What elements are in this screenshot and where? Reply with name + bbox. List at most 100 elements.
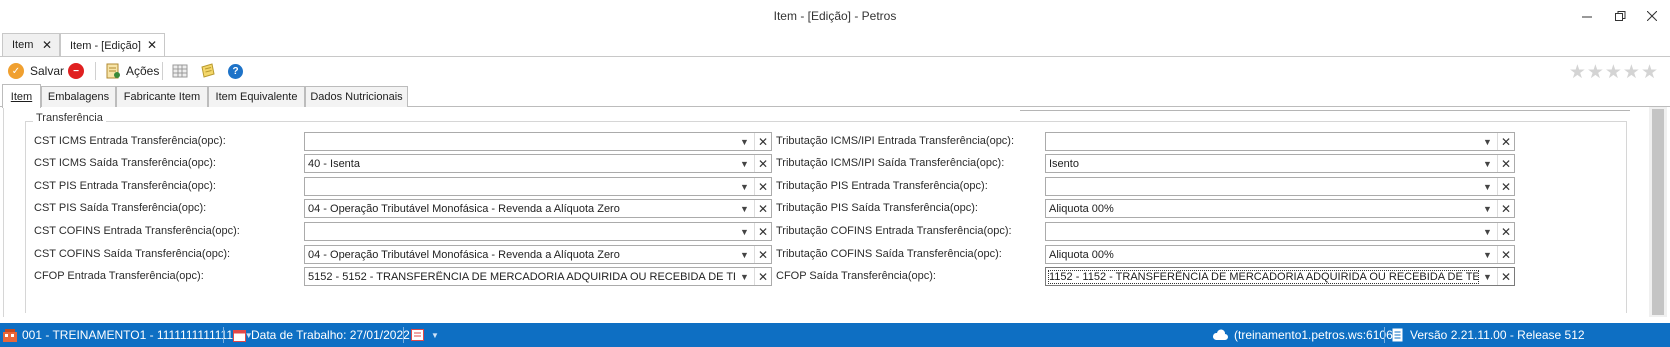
clear-icon[interactable]: ✕ — [1497, 223, 1514, 240]
close-icon — [1647, 11, 1657, 21]
cst-pis-entrada-combo[interactable]: ▼ ✕ — [304, 177, 772, 196]
combo-value: 5152 - 5152 - TRANSFERÊNCIA DE MERCADORI… — [308, 271, 735, 283]
close-tab-icon[interactable]: ✕ — [147, 38, 157, 52]
tributacao-pis-entrada-combo[interactable]: ▼ ✕ — [1045, 177, 1515, 196]
chevron-down-icon[interactable]: ▼ — [1479, 178, 1496, 195]
company-selector[interactable]: 001 - TREINAMENTO1 - 11111111111111 ▼ — [3, 327, 253, 343]
grid-report-button[interactable] — [172, 61, 188, 81]
tab-embalagens[interactable]: Embalagens — [41, 86, 116, 107]
scrollbar-thumb[interactable] — [1652, 109, 1664, 315]
chevron-down-icon[interactable]: ▼ — [736, 178, 753, 195]
clear-icon[interactable]: ✕ — [754, 155, 771, 172]
field-label: Tributação ICMS/IPI Entrada Transferênci… — [776, 135, 1015, 147]
cst-icms-entrada-combo[interactable]: ▼ ✕ — [304, 132, 772, 151]
field-label: CST PIS Saída Transferência(opc): — [34, 202, 207, 214]
doc-tab-label: Item - [Edição] — [70, 39, 141, 52]
field-label: Tributação COFINS Saída Transferência(op… — [776, 248, 1002, 260]
clear-icon[interactable]: ✕ — [1497, 178, 1514, 195]
chevron-down-icon[interactable]: ▼ — [736, 223, 753, 240]
doc-tab-item[interactable]: Item ✕ — [2, 33, 60, 56]
clear-icon[interactable]: ✕ — [754, 178, 771, 195]
toolbar: ✓ Salvar − Ações ? ★★★★★ — [0, 56, 1670, 83]
version-info: Versão 2.21.11.00 - Release 512 — [1392, 327, 1585, 343]
notes-button[interactable] — [200, 61, 216, 81]
chevron-down-icon[interactable]: ▼ — [736, 246, 753, 263]
tributacao-pis-saida-combo[interactable]: Aliquota 00% ▼ ✕ — [1045, 199, 1515, 218]
tributacao-icms-saida-combo[interactable]: Isento ▼ ✕ — [1045, 154, 1515, 173]
tributacao-cofins-saida-combo[interactable]: Aliquota 00% ▼ ✕ — [1045, 245, 1515, 264]
status-divider — [223, 327, 224, 343]
clear-icon[interactable]: ✕ — [754, 246, 771, 263]
save-button[interactable]: ✓ Salvar — [8, 61, 64, 81]
cloud-icon — [1212, 329, 1228, 340]
tributacao-icms-entrada-combo[interactable]: ▼ ✕ — [1045, 132, 1515, 151]
help-icon: ? — [228, 63, 243, 79]
minimize-button[interactable] — [1572, 6, 1602, 26]
combo-value: Isento — [1049, 158, 1079, 170]
restore-button[interactable] — [1605, 6, 1635, 26]
cfop-saida-combo[interactable]: 1152 - 1152 - TRANSFERÊNCIA DE MERCADORI… — [1045, 267, 1515, 286]
status-divider — [403, 327, 404, 343]
tools-menu[interactable]: ▼ — [411, 327, 439, 343]
window-title: Item - [Edição] - Petros — [773, 9, 897, 23]
chevron-down-icon[interactable]: ▼ — [736, 155, 753, 172]
tributacao-cofins-entrada-combo[interactable]: ▼ ✕ — [1045, 222, 1515, 241]
company-label: 001 - TREINAMENTO1 - 11111111111111 — [22, 328, 239, 342]
clear-icon[interactable]: ✕ — [754, 268, 771, 285]
field-label: Tributação COFINS Entrada Transferência(… — [776, 225, 1012, 237]
chevron-down-icon[interactable]: ▼ — [736, 133, 753, 150]
toolbar-divider — [95, 62, 96, 80]
close-window-button[interactable] — [1637, 6, 1667, 26]
doc-tab-item-edit[interactable]: Item - [Edição] ✕ — [60, 33, 165, 57]
tab-item-equivalente[interactable]: Item Equivalente — [208, 86, 305, 107]
tab-label: Dados Nutricionais — [310, 91, 403, 103]
clear-icon[interactable]: ✕ — [754, 200, 771, 217]
cst-cofins-entrada-combo[interactable]: ▼ ✕ — [304, 222, 772, 241]
cst-cofins-saida-combo[interactable]: 04 - Operação Tributável Monofásica - Re… — [304, 245, 772, 264]
vertical-scrollbar[interactable] — [1649, 107, 1667, 317]
combo-value: 40 - Isenta — [308, 158, 360, 170]
actions-button[interactable]: Ações — [105, 61, 159, 81]
cfop-entrada-combo[interactable]: 5152 - 5152 - TRANSFERÊNCIA DE MERCADORI… — [304, 267, 772, 286]
work-date-selector[interactable]: Data de Trabalho: 27/01/2022 ▼ — [233, 327, 424, 343]
clear-icon[interactable]: ✕ — [1497, 268, 1514, 285]
chevron-down-icon[interactable]: ▼ — [736, 200, 753, 217]
clear-icon[interactable]: ✕ — [1497, 155, 1514, 172]
chevron-down-icon[interactable]: ▼ — [1479, 268, 1496, 285]
page-tabs: Item Embalagens Fabricante Item Item Equ… — [0, 84, 1670, 108]
tab-dados-nutricionais[interactable]: Dados Nutricionais — [305, 86, 408, 107]
cst-icms-saida-combo[interactable]: 40 - Isenta ▼ ✕ — [304, 154, 772, 173]
close-tab-icon[interactable]: ✕ — [42, 38, 52, 52]
chevron-down-icon[interactable]: ▼ — [1479, 155, 1496, 172]
clear-icon[interactable]: ✕ — [1497, 133, 1514, 150]
combo-value: 04 - Operação Tributável Monofásica - Re… — [308, 203, 620, 215]
grid-icon — [172, 64, 188, 78]
chevron-down-icon[interactable]: ▼ — [1479, 223, 1496, 240]
field-label: CST COFINS Entrada Transferência(opc): — [34, 225, 240, 237]
clear-icon[interactable]: ✕ — [1497, 200, 1514, 217]
save-icon: ✓ — [8, 63, 24, 79]
tab-label: Item — [10, 90, 33, 103]
divider — [1020, 110, 1630, 111]
chevron-down-icon[interactable]: ▼ — [1479, 133, 1496, 150]
tab-label: Item Equivalente — [215, 91, 298, 103]
help-button[interactable]: ? — [228, 61, 243, 81]
chevron-down-icon: ▼ — [431, 330, 439, 340]
tools-icon — [411, 328, 424, 341]
chevron-down-icon[interactable]: ▼ — [1479, 246, 1496, 263]
rating-stars[interactable]: ★★★★★ — [1569, 61, 1659, 84]
cst-pis-saida-combo[interactable]: 04 - Operação Tributável Monofásica - Re… — [304, 199, 772, 218]
cancel-button[interactable]: − — [68, 61, 84, 81]
document-tabs: Item ✕ Item - [Edição] ✕ — [0, 33, 1670, 57]
version-label: Versão 2.21.11.00 - Release 512 — [1410, 328, 1585, 342]
tab-fabricante-item[interactable]: Fabricante Item — [116, 86, 208, 107]
notes-icon — [201, 63, 215, 78]
company-icon — [3, 328, 17, 342]
clear-icon[interactable]: ✕ — [754, 133, 771, 150]
clear-icon[interactable]: ✕ — [1497, 246, 1514, 263]
chevron-down-icon[interactable]: ▼ — [736, 268, 753, 285]
tab-item[interactable]: Item — [2, 84, 41, 108]
chevron-down-icon[interactable]: ▼ — [1479, 200, 1496, 217]
clear-icon[interactable]: ✕ — [754, 223, 771, 240]
tab-label: Embalagens — [47, 91, 110, 103]
